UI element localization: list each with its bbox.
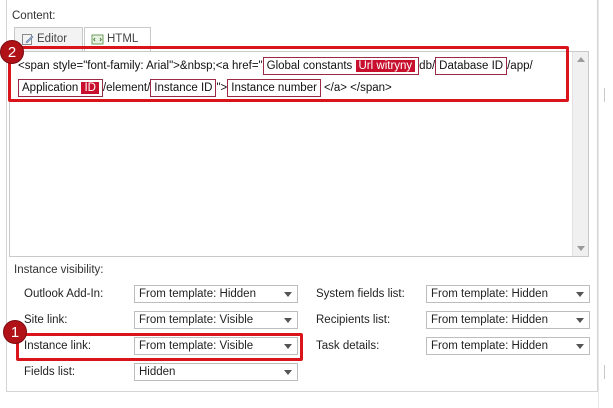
chevron-down-icon	[576, 292, 584, 297]
task-details-label: Task details:	[316, 340, 380, 352]
system-fields-list-label: System fields list:	[316, 288, 405, 300]
scroll-down-icon[interactable]	[577, 246, 585, 251]
recipients-list-label: Recipients list:	[316, 314, 391, 326]
edge-divider	[604, 88, 605, 102]
chevron-down-icon	[284, 370, 292, 375]
system-fields-list-select[interactable]: From template: Hidden	[426, 285, 590, 303]
fields-list-select[interactable]: Hidden	[134, 363, 298, 381]
content-label: Content:	[12, 10, 56, 22]
scroll-up-icon[interactable]	[577, 57, 585, 62]
html-icon	[91, 34, 104, 45]
site-link-value: From template: Visible	[139, 314, 254, 326]
fields-list-label: Fields list:	[24, 366, 76, 378]
right-edge-strip	[598, 0, 613, 408]
edge-divider	[604, 365, 605, 379]
tab-html-label: HTML	[107, 33, 139, 45]
chevron-down-icon	[576, 344, 584, 349]
edit-icon	[22, 34, 34, 45]
chevron-down-icon	[284, 318, 292, 323]
chevron-down-icon	[576, 318, 584, 323]
editor-scrollbar[interactable]	[572, 52, 588, 256]
task-details-value: From template: Hidden	[431, 340, 548, 352]
task-details-select[interactable]: From template: Hidden	[426, 337, 590, 355]
annotation-badge-2: 2	[0, 40, 24, 64]
site-link-select[interactable]: From template: Visible	[134, 311, 298, 329]
outlook-add-in-label: Outlook Add-In:	[24, 288, 104, 300]
instance-visibility-label: Instance visibility:	[14, 264, 104, 276]
recipients-list-value: From template: Hidden	[431, 314, 548, 326]
system-fields-list-value: From template: Hidden	[431, 288, 548, 300]
chevron-down-icon	[284, 292, 292, 297]
outlook-add-in-value: From template: Hidden	[139, 288, 256, 300]
outlook-add-in-select[interactable]: From template: Hidden	[134, 285, 298, 303]
annotation-box-1	[16, 333, 303, 361]
tab-editor-label: Editor	[37, 33, 68, 45]
annotation-box-2	[8, 46, 569, 102]
site-link-label: Site link:	[24, 314, 68, 326]
recipients-list-select[interactable]: From template: Hidden	[426, 311, 590, 329]
annotation-badge-1: 1	[3, 320, 27, 344]
fields-list-value: Hidden	[139, 366, 176, 378]
